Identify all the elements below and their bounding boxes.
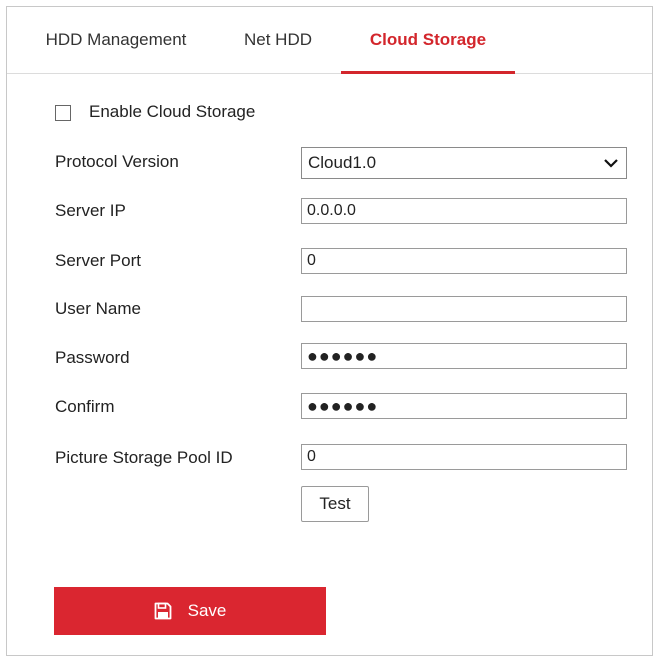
password-label: Password (55, 348, 130, 367)
tab-hdd-management[interactable]: HDD Management (34, 7, 198, 73)
server-ip-label: Server IP (55, 201, 126, 220)
save-button-label: Save (187, 601, 227, 620)
tab-bar: HDD Management Net HDD Cloud Storage (7, 7, 652, 74)
user-name-input[interactable] (301, 296, 627, 322)
server-port-input[interactable] (301, 248, 627, 274)
server-port-label: Server Port (55, 251, 141, 270)
enable-cloud-storage-checkbox[interactable] (55, 105, 71, 121)
tab-net-hdd[interactable]: Net HDD (235, 7, 321, 73)
enable-cloud-storage-label: Enable Cloud Storage (89, 102, 256, 121)
protocol-version-label: Protocol Version (55, 152, 179, 171)
picture-storage-pool-id-label: Picture Storage Pool ID (55, 448, 233, 467)
password-input[interactable] (301, 343, 627, 369)
confirm-password-input[interactable] (301, 393, 627, 419)
tab-cloud-storage[interactable]: Cloud Storage (341, 7, 515, 74)
cloud-storage-panel: HDD Management Net HDD Cloud Storage Ena… (6, 6, 653, 656)
picture-storage-pool-id-input[interactable] (301, 444, 627, 470)
floppy-disk-icon (154, 602, 172, 620)
chevron-down-icon (604, 159, 618, 168)
protocol-version-select[interactable]: Cloud1.0 (301, 147, 627, 179)
confirm-label: Confirm (55, 397, 115, 416)
user-name-label: User Name (55, 299, 141, 318)
server-ip-input[interactable] (301, 198, 627, 224)
protocol-version-value: Cloud1.0 (308, 153, 377, 172)
save-button[interactable]: Save (54, 587, 326, 635)
test-button[interactable]: Test (301, 486, 369, 522)
